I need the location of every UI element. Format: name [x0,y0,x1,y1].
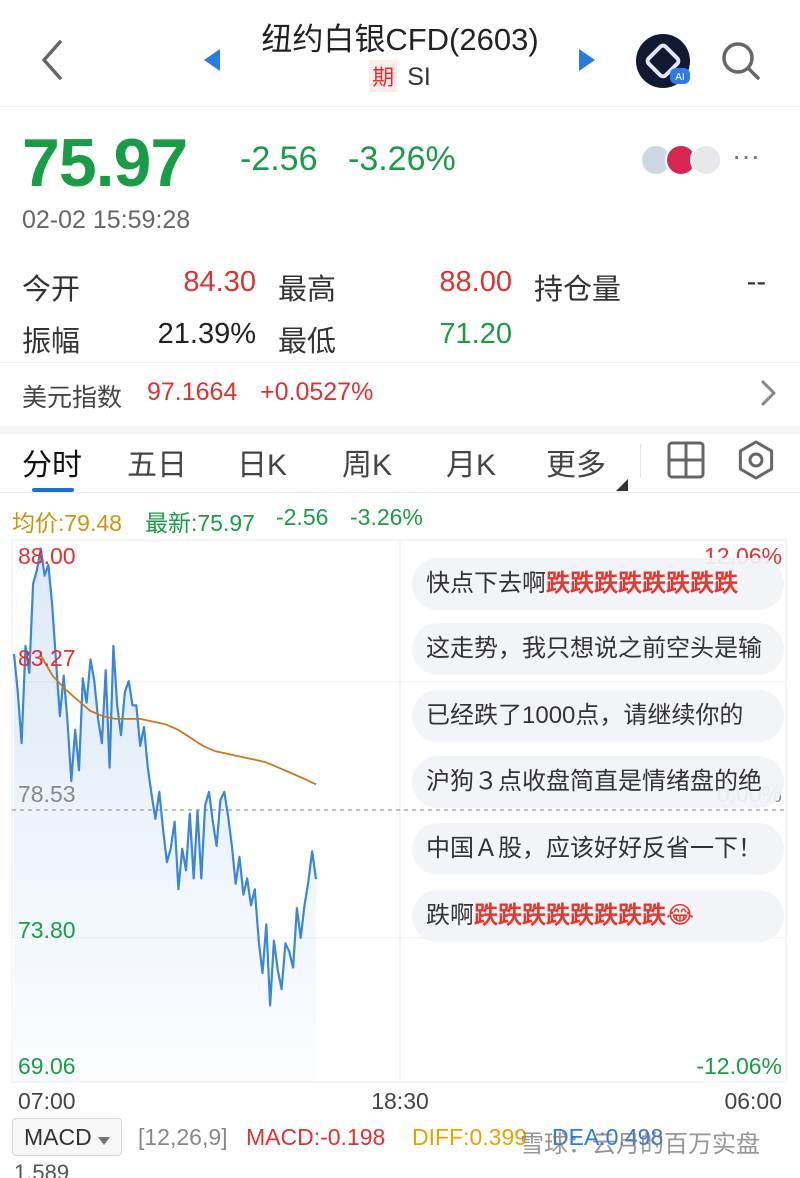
header-divider [0,106,800,107]
ai-assistant-icon: AI [636,34,690,88]
comment-text: 快点下去啊 [426,570,546,597]
comment-text: 跌啊 [426,902,474,929]
tabs-divider [0,492,800,493]
ai-assistant-button[interactable]: AI [634,32,692,90]
chevron-down-icon [98,1133,110,1145]
triangle-right-icon [579,49,595,71]
gear-icon [738,440,774,480]
indicator-select-label: MACD [24,1124,92,1150]
ai-badge-text: AI [675,72,684,83]
dollar-index-label: 美元指数 [22,384,123,412]
dollar-index-change: +0.0527% [260,378,374,406]
latest-change-pct-label: -3.26% [350,504,423,530]
more-options-button[interactable]: ··· [732,140,760,172]
comment-bubble[interactable]: 已经跌了1000点，请继续你的 [412,690,784,742]
macd-axis-value: 1.589 [14,1160,70,1178]
layout-grid-button[interactable] [666,440,706,480]
average-price-label: 均价:79.48 [12,510,122,536]
x-tick-label: 06:00 [724,1088,782,1114]
quote-timestamp: 02-02 15:59:28 [22,206,191,234]
diff-value: DIFF:0.399 [412,1124,528,1150]
tab-five-day[interactable]: 五日 [127,440,187,484]
price-change-percent: -3.26% [348,140,456,178]
tab-monthly-k[interactable]: 月K [446,440,496,484]
comment-text: 这走势，我只想说之前空头是输 [426,635,762,662]
tab-intraday[interactable]: 分时 [22,440,82,484]
price-change: -2.56 [240,140,318,178]
next-symbol-button[interactable] [575,46,599,74]
x-tick-label: 07:00 [18,1088,76,1114]
comment-bubble[interactable]: 跌啊跌跌跌跌跌跌跌跌😂 [412,890,784,942]
comment-bubble[interactable]: 这走势，我只想说之前空头是输 [412,623,784,675]
amplitude-label: 振幅 [22,326,81,358]
avatar-group-icon [640,144,722,176]
dollar-index-value: 97.1664 [147,378,238,406]
comment-bubble[interactable]: 中国Ａ股，应该好好反省一下！ [412,823,784,875]
comment-emphasis: 跌跌跌跌跌跌跌跌😂 [474,902,695,929]
low-value: 71.20 [439,318,512,350]
comment-text: 已经跌了1000点，请继续你的 [426,702,744,729]
open-interest-label: 持仓量 [534,274,622,306]
grid-icon [667,441,705,479]
follower-avatars[interactable] [640,142,730,178]
high-label: 最高 [278,274,337,306]
y-tick-label-left: 88.00 [18,543,76,569]
comment-bubble[interactable]: 快点下去啊跌跌跌跌跌跌跌跌 [412,558,784,610]
y-tick-label-left: 83.27 [18,645,76,671]
y-tick-label-left: 78.53 [18,781,76,807]
latest-price-label: 最新:75.97 [145,510,255,536]
comment-bubble[interactable]: 沪狗３点收盘简直是情绪盘的绝 [412,756,784,808]
open-value: 84.30 [183,266,256,298]
caret-corner-icon [616,478,628,491]
open-label: 今开 [22,274,81,306]
low-label: 最低 [278,326,337,358]
search-icon [722,42,760,80]
comment-emphasis: 跌跌跌跌跌跌跌跌 [546,570,738,597]
tab-divider [640,444,641,478]
search-button[interactable] [718,38,764,84]
comment-text: 沪狗３点收盘简直是情绪盘的绝 [426,768,762,795]
last-price: 75.97 [22,125,188,201]
chevron-right-icon [756,376,780,410]
macd-params: [12,26,9] [138,1124,228,1150]
latest-change-label: -2.56 [276,504,329,530]
tab-daily-k[interactable]: 日K [237,440,287,484]
y-tick-label-left: 69.06 [18,1053,76,1079]
watermark: 雪球：云月的百万实盘 [520,1131,760,1158]
amplitude-value: 21.39% [157,318,256,350]
macd-value: MACD:-0.198 [246,1124,386,1150]
comment-text: 中国Ａ股，应该好好反省一下！ [426,835,762,862]
chart-settings-button[interactable] [736,440,776,480]
symbol-code: SI [407,63,431,91]
high-value: 88.00 [439,266,512,298]
open-interest-value: -- [746,266,766,298]
futures-tag: 期 [369,60,398,92]
x-tick-label: 18:30 [371,1088,429,1114]
y-tick-label-right: -12.06% [696,1053,782,1079]
tab-weekly-k[interactable]: 周K [342,440,392,484]
y-tick-label-left: 73.80 [18,917,76,943]
section-gap [0,426,800,434]
tab-more[interactable]: 更多 [546,440,606,484]
